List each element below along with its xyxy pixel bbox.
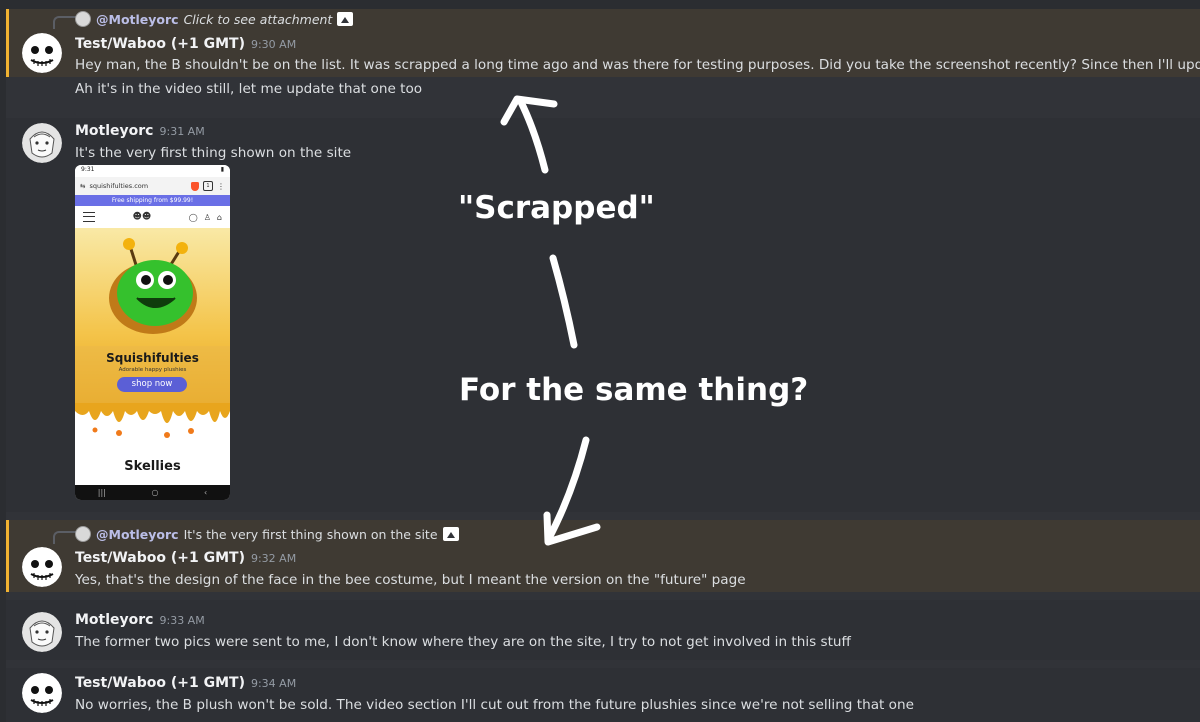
arrow-down-stroke [544,436,590,544]
middle-line-stroke [549,254,578,349]
arrow-up-stroke [516,96,549,174]
annotation-scrapped: "Scrapped" [458,190,655,226]
annotation-question: For the same thing? [459,372,809,408]
annotation-strokes [500,95,601,546]
